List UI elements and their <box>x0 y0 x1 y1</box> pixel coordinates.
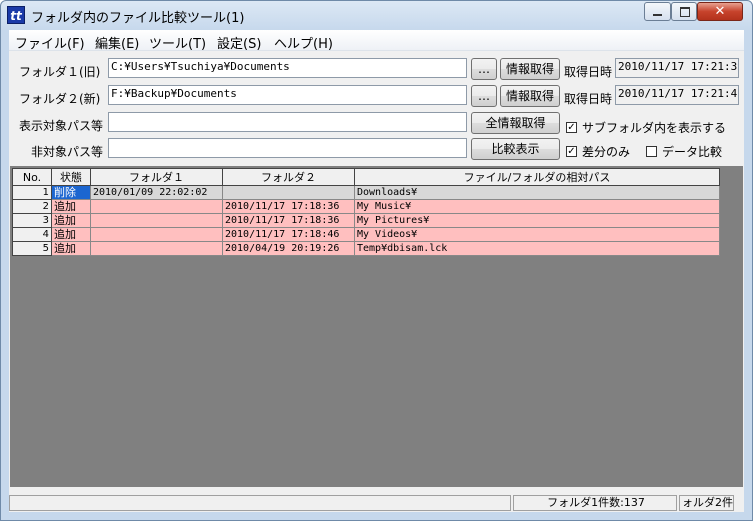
row-folder2-time <box>222 185 355 200</box>
row-folder2-time: 2010/11/17 17:18:46 <box>222 227 355 242</box>
data-compare-label: データ比較 <box>662 145 723 159</box>
row-folder2-time: 2010/04/19 20:19:26 <box>222 241 355 256</box>
header-state[interactable]: 状態 <box>51 168 91 186</box>
folder1-path-field[interactable]: C:¥Users¥Tsuchiya¥Documents <box>108 58 467 78</box>
folder1-fetch-time-label: 取得日時 <box>564 65 613 79</box>
folder2-path-field[interactable]: F:¥Backup¥Documents <box>108 85 467 105</box>
folder1-label: フォルダ１(旧) <box>19 65 101 79</box>
row-state: 追加 <box>51 199 91 214</box>
row-relative-path: Temp¥dbisam.lck <box>354 241 720 256</box>
header-no[interactable]: No. <box>12 168 52 186</box>
exclude-path-label: 非対象パス等 <box>31 145 104 159</box>
table-row[interactable]: 3 追加 2010/11/17 17:18:36 My Pictures¥ <box>12 213 720 228</box>
table-row[interactable]: 5 追加 2010/04/19 20:19:26 Temp¥dbisam.lck <box>12 241 720 256</box>
data-compare-checkbox[interactable] <box>646 146 657 157</box>
diff-only-checkbox[interactable]: ✓ <box>566 146 577 157</box>
status-pane-main <box>9 495 511 511</box>
folder1-fetch-time: 2010/11/17 17:21:39 <box>615 58 739 78</box>
folder2-get-info-button[interactable]: 情報取得 <box>500 85 560 107</box>
row-number: 1 <box>12 185 52 200</box>
header-folder1[interactable]: フォルダ１ <box>90 168 223 186</box>
show-subfolders-checkbox[interactable]: ✓ <box>566 122 577 133</box>
row-relative-path: My Music¥ <box>354 199 720 214</box>
display-path-label: 表示対象パス等 <box>19 119 104 133</box>
folder2-fetch-time-label: 取得日時 <box>564 92 613 106</box>
folder2-browse-button[interactable]: … <box>471 85 497 107</box>
client-area: ファイル(F) 編集(E) ツール(T) 設定(S) ヘルプ(H) フォルダ１(… <box>9 30 744 512</box>
close-icon: ✕ <box>714 4 726 19</box>
header-folder2[interactable]: フォルダ２ <box>222 168 355 186</box>
row-folder1-time <box>90 199 223 214</box>
row-folder1-time: 2010/01/09 22:02:02 <box>90 185 223 200</box>
maximize-icon <box>680 7 690 17</box>
get-all-info-button[interactable]: 全情報取得 <box>471 112 560 134</box>
comparison-table: No. 状態 フォルダ１ フォルダ２ ファイル/フォルダの相対パス 1 削除 2… <box>12 168 720 256</box>
row-folder1-time <box>90 241 223 256</box>
row-number: 2 <box>12 199 52 214</box>
row-number: 4 <box>12 227 52 242</box>
menu-file[interactable]: ファイル(F) <box>15 33 85 52</box>
app-window: tt フォルダ内のファイル比較ツール(1) ✕ ファイル(F) 編集(E) ツー… <box>0 0 753 521</box>
row-folder2-time: 2010/11/17 17:18:36 <box>222 199 355 214</box>
row-number: 5 <box>12 241 52 256</box>
checkmark-icon: ✓ <box>567 122 576 133</box>
row-state: 追加 <box>51 241 91 256</box>
diff-only-label: 差分のみ <box>582 145 631 159</box>
row-folder1-time <box>90 227 223 242</box>
menu-bar: ファイル(F) 編集(E) ツール(T) 設定(S) ヘルプ(H) <box>9 30 744 52</box>
status-bar: フォルダ1件数:137 ォルダ2件数 <box>9 493 744 512</box>
table-row[interactable]: 2 追加 2010/11/17 17:18:36 My Music¥ <box>12 199 720 214</box>
row-number: 3 <box>12 213 52 228</box>
window-title: フォルダ内のファイル比較ツール(1) <box>31 11 245 26</box>
exclude-path-field[interactable] <box>108 138 467 158</box>
maximize-button[interactable] <box>671 2 697 21</box>
checkmark-icon: ✓ <box>567 146 576 157</box>
row-state: 削除 <box>51 185 91 200</box>
row-relative-path: My Videos¥ <box>354 227 720 242</box>
title-bar[interactable]: tt フォルダ内のファイル比較ツール(1) ✕ <box>1 1 752 30</box>
folder2-label: フォルダ２(新) <box>19 92 101 106</box>
minimize-icon <box>653 14 662 16</box>
table-row[interactable]: 4 追加 2010/11/17 17:18:46 My Videos¥ <box>12 227 720 242</box>
menu-edit[interactable]: 編集(E) <box>95 33 139 52</box>
status-folder2-count: ォルダ2件数 <box>679 495 734 511</box>
row-relative-path: My Pictures¥ <box>354 213 720 228</box>
row-state: 追加 <box>51 227 91 242</box>
folder2-fetch-time: 2010/11/17 17:21:41 <box>615 85 739 105</box>
folder1-get-info-button[interactable]: 情報取得 <box>500 58 560 80</box>
folder1-browse-button[interactable]: … <box>471 58 497 80</box>
row-folder2-time: 2010/11/17 17:18:36 <box>222 213 355 228</box>
table-row[interactable]: 1 削除 2010/01/09 22:02:02 Downloads¥ <box>12 185 720 200</box>
show-subfolders-label: サブフォルダ内を表示する <box>582 121 727 135</box>
comparison-grid[interactable]: No. 状態 フォルダ１ フォルダ２ ファイル/フォルダの相対パス 1 削除 2… <box>10 166 743 487</box>
close-button[interactable]: ✕ <box>697 2 743 21</box>
menu-tools[interactable]: ツール(T) <box>149 33 206 52</box>
menu-settings[interactable]: 設定(S) <box>217 33 261 52</box>
compare-button[interactable]: 比較表示 <box>471 138 560 160</box>
status-folder1-count: フォルダ1件数:137 <box>513 495 677 511</box>
row-relative-path: Downloads¥ <box>354 185 720 200</box>
row-state: 追加 <box>51 213 91 228</box>
row-folder1-time <box>90 213 223 228</box>
minimize-button[interactable] <box>644 2 671 21</box>
app-icon: tt <box>7 6 25 24</box>
table-header-row: No. 状態 フォルダ１ フォルダ２ ファイル/フォルダの相対パス <box>12 168 720 186</box>
display-path-field[interactable] <box>108 112 467 132</box>
menu-help[interactable]: ヘルプ(H) <box>274 33 333 52</box>
header-relative-path[interactable]: ファイル/フォルダの相対パス <box>354 168 720 186</box>
